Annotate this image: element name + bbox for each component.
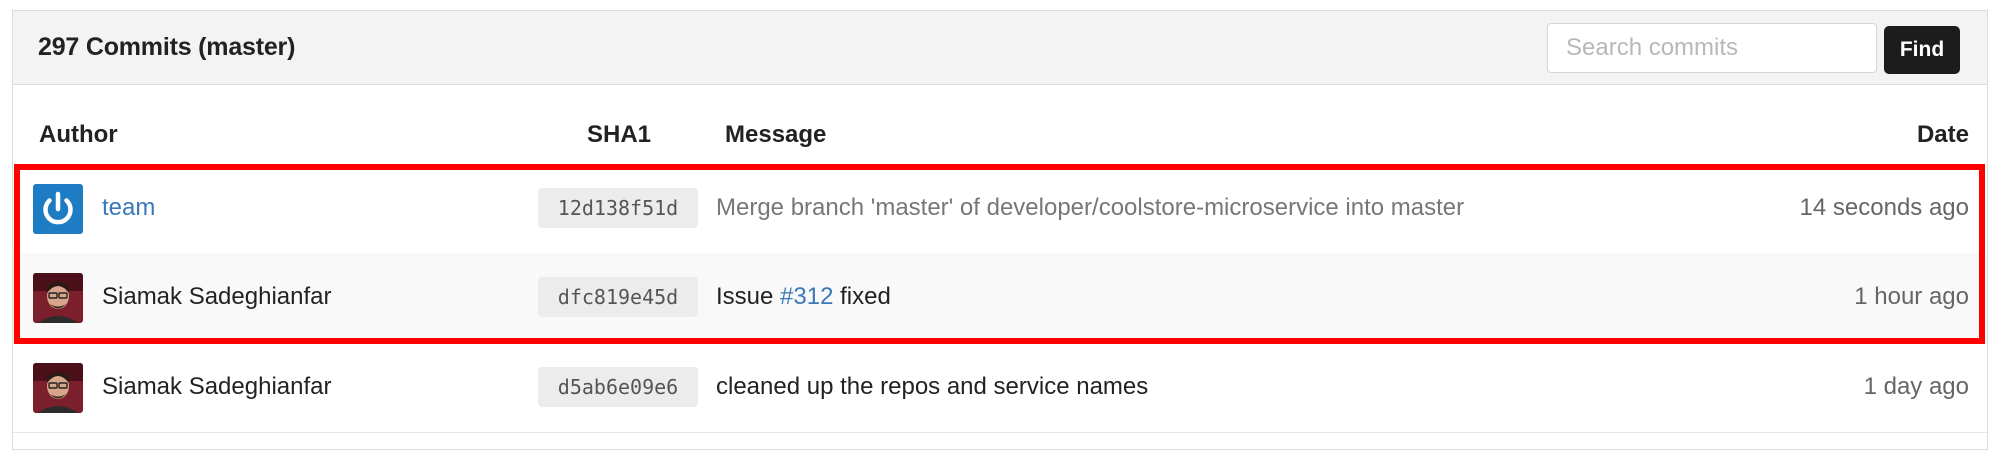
column-header-date: Date <box>1916 121 1969 148</box>
find-button[interactable]: Find <box>1884 26 1960 74</box>
commit-message[interactable]: cleaned up the repos and service names <box>716 373 1148 401</box>
commits-count-title: 297 Commits (master) <box>38 33 296 61</box>
author-avatar[interactable] <box>33 363 83 413</box>
message-text: Issue <box>716 283 781 310</box>
commit-date: 1 hour ago <box>1854 283 1969 310</box>
table-header: Author SHA1 Message Date <box>13 85 1987 172</box>
author-avatar[interactable] <box>33 273 83 323</box>
commit-date: 1 day ago <box>1863 373 1969 400</box>
author-name[interactable]: Siamak Sadeghianfar <box>102 373 331 401</box>
power-icon <box>33 184 83 234</box>
commit-row[interactable]: Siamak Sadeghianfar d5ab6e09e6 cleaned u… <box>13 343 1987 433</box>
commits-panel: 297 Commits (master) Find Author SHA1 Me… <box>12 10 1988 450</box>
commit-sha[interactable]: d5ab6e09e6 <box>538 367 698 407</box>
issue-link[interactable]: #312 <box>780 283 833 310</box>
message-text: fixed <box>833 283 891 310</box>
commits-header: 297 Commits (master) Find <box>13 11 1987 85</box>
column-header-message: Message <box>725 121 827 148</box>
team-avatar[interactable] <box>33 184 83 234</box>
author-link[interactable]: team <box>102 194 155 222</box>
user-photo-icon <box>33 363 83 413</box>
commit-row[interactable]: Siamak Sadeghianfar dfc819e45d Issue #31… <box>13 253 1987 343</box>
commit-message[interactable]: Merge branch 'master' of developer/cools… <box>716 194 1464 222</box>
author-name[interactable]: Siamak Sadeghianfar <box>102 283 331 311</box>
commit-sha[interactable]: 12d138f51d <box>538 188 698 228</box>
column-header-sha1: SHA1 <box>587 121 652 148</box>
column-header-author: Author <box>39 121 118 148</box>
commit-sha[interactable]: dfc819e45d <box>538 277 698 317</box>
commit-date: 14 seconds ago <box>1799 194 1969 221</box>
user-photo-icon <box>33 273 83 323</box>
search-commits-input[interactable] <box>1547 23 1877 73</box>
commit-row[interactable]: team 12d138f51d Merge branch 'master' of… <box>13 164 1987 254</box>
commit-message[interactable]: Issue #312 fixed <box>716 283 891 311</box>
